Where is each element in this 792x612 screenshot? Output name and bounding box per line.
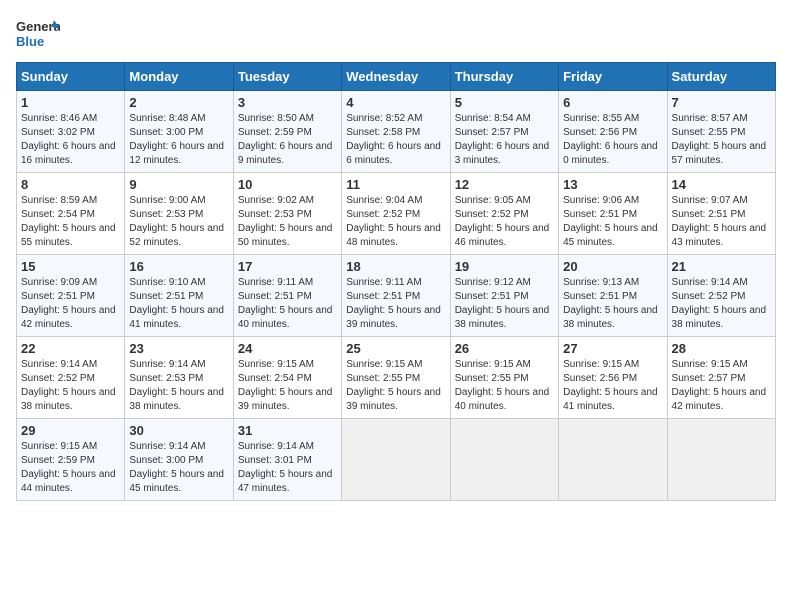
calendar-day-30: 30Sunrise: 9:14 AM Sunset: 3:00 PM Dayli… [125, 419, 233, 501]
calendar-day-18: 18Sunrise: 9:11 AM Sunset: 2:51 PM Dayli… [342, 255, 450, 337]
calendar-day-22: 22Sunrise: 9:14 AM Sunset: 2:52 PM Dayli… [17, 337, 125, 419]
logo-icon: General Blue [16, 16, 60, 52]
calendar-day-4: 4Sunrise: 8:52 AM Sunset: 2:58 PM Daylig… [342, 91, 450, 173]
weekday-header-monday: Monday [125, 63, 233, 91]
calendar-day-23: 23Sunrise: 9:14 AM Sunset: 2:53 PM Dayli… [125, 337, 233, 419]
calendar-day-13: 13Sunrise: 9:06 AM Sunset: 2:51 PM Dayli… [559, 173, 667, 255]
calendar-day-10: 10Sunrise: 9:02 AM Sunset: 2:53 PM Dayli… [233, 173, 341, 255]
calendar-day-8: 8Sunrise: 8:59 AM Sunset: 2:54 PM Daylig… [17, 173, 125, 255]
weekday-header-saturday: Saturday [667, 63, 775, 91]
weekday-header-sunday: Sunday [17, 63, 125, 91]
logo: General Blue [16, 16, 60, 52]
calendar-day-28: 28Sunrise: 9:15 AM Sunset: 2:57 PM Dayli… [667, 337, 775, 419]
calendar-day-11: 11Sunrise: 9:04 AM Sunset: 2:52 PM Dayli… [342, 173, 450, 255]
calendar-week-5: 29Sunrise: 9:15 AM Sunset: 2:59 PM Dayli… [17, 419, 776, 501]
calendar-empty-cell [559, 419, 667, 501]
calendar-day-6: 6Sunrise: 8:55 AM Sunset: 2:56 PM Daylig… [559, 91, 667, 173]
page-header: General Blue [16, 16, 776, 52]
calendar-day-21: 21Sunrise: 9:14 AM Sunset: 2:52 PM Dayli… [667, 255, 775, 337]
calendar-day-31: 31Sunrise: 9:14 AM Sunset: 3:01 PM Dayli… [233, 419, 341, 501]
calendar-day-27: 27Sunrise: 9:15 AM Sunset: 2:56 PM Dayli… [559, 337, 667, 419]
calendar-day-17: 17Sunrise: 9:11 AM Sunset: 2:51 PM Dayli… [233, 255, 341, 337]
calendar-day-12: 12Sunrise: 9:05 AM Sunset: 2:52 PM Dayli… [450, 173, 558, 255]
svg-text:Blue: Blue [16, 34, 44, 49]
calendar-day-29: 29Sunrise: 9:15 AM Sunset: 2:59 PM Dayli… [17, 419, 125, 501]
calendar-day-14: 14Sunrise: 9:07 AM Sunset: 2:51 PM Dayli… [667, 173, 775, 255]
weekday-header-friday: Friday [559, 63, 667, 91]
calendar-table: SundayMondayTuesdayWednesdayThursdayFrid… [16, 62, 776, 501]
calendar-day-5: 5Sunrise: 8:54 AM Sunset: 2:57 PM Daylig… [450, 91, 558, 173]
calendar-day-16: 16Sunrise: 9:10 AM Sunset: 2:51 PM Dayli… [125, 255, 233, 337]
calendar-week-2: 8Sunrise: 8:59 AM Sunset: 2:54 PM Daylig… [17, 173, 776, 255]
calendar-empty-cell [450, 419, 558, 501]
calendar-empty-cell [667, 419, 775, 501]
calendar-day-1: 1Sunrise: 8:46 AM Sunset: 3:02 PM Daylig… [17, 91, 125, 173]
calendar-week-4: 22Sunrise: 9:14 AM Sunset: 2:52 PM Dayli… [17, 337, 776, 419]
calendar-week-1: 1Sunrise: 8:46 AM Sunset: 3:02 PM Daylig… [17, 91, 776, 173]
weekday-header-row: SundayMondayTuesdayWednesdayThursdayFrid… [17, 63, 776, 91]
calendar-week-3: 15Sunrise: 9:09 AM Sunset: 2:51 PM Dayli… [17, 255, 776, 337]
weekday-header-wednesday: Wednesday [342, 63, 450, 91]
calendar-day-26: 26Sunrise: 9:15 AM Sunset: 2:55 PM Dayli… [450, 337, 558, 419]
calendar-day-19: 19Sunrise: 9:12 AM Sunset: 2:51 PM Dayli… [450, 255, 558, 337]
calendar-day-7: 7Sunrise: 8:57 AM Sunset: 2:55 PM Daylig… [667, 91, 775, 173]
calendar-day-15: 15Sunrise: 9:09 AM Sunset: 2:51 PM Dayli… [17, 255, 125, 337]
calendar-empty-cell [342, 419, 450, 501]
calendar-day-2: 2Sunrise: 8:48 AM Sunset: 3:00 PM Daylig… [125, 91, 233, 173]
weekday-header-tuesday: Tuesday [233, 63, 341, 91]
weekday-header-thursday: Thursday [450, 63, 558, 91]
calendar-day-20: 20Sunrise: 9:13 AM Sunset: 2:51 PM Dayli… [559, 255, 667, 337]
calendar-day-24: 24Sunrise: 9:15 AM Sunset: 2:54 PM Dayli… [233, 337, 341, 419]
calendar-day-25: 25Sunrise: 9:15 AM Sunset: 2:55 PM Dayli… [342, 337, 450, 419]
calendar-day-9: 9Sunrise: 9:00 AM Sunset: 2:53 PM Daylig… [125, 173, 233, 255]
calendar-day-3: 3Sunrise: 8:50 AM Sunset: 2:59 PM Daylig… [233, 91, 341, 173]
